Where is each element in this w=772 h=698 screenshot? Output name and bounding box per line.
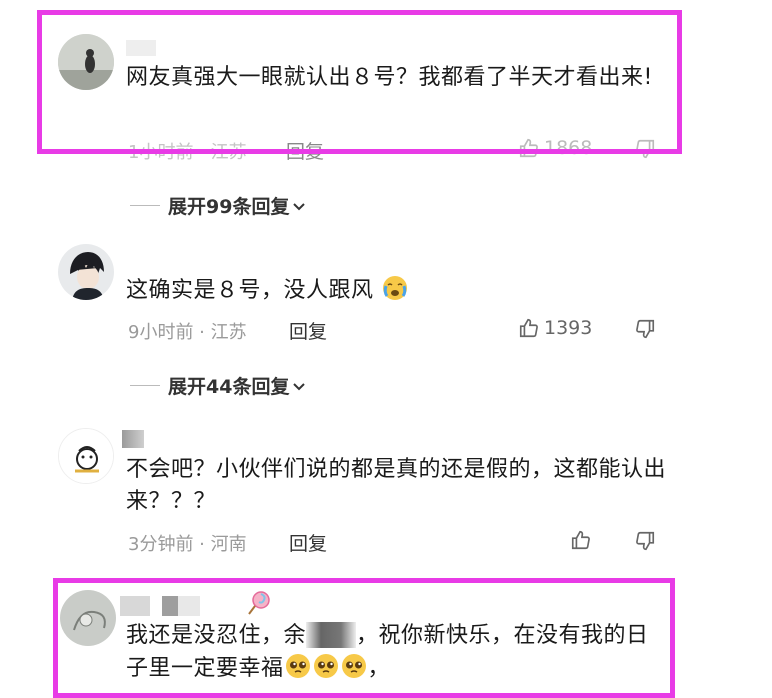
- pleading-emoji-icon: [313, 654, 338, 678]
- comment-text: 网友真强大一眼就认出８号？我都看了半天才看出来!: [126, 65, 653, 90]
- comment-meta: 3分钟前 · 河南: [128, 534, 247, 555]
- username-blurred[interactable]: [120, 596, 220, 616]
- like-button[interactable]: 1868: [518, 137, 592, 159]
- like-button[interactable]: [570, 529, 596, 551]
- chevron-down-icon: [293, 382, 306, 390]
- thumbs-down-icon: [636, 139, 655, 159]
- crying-emoji-icon: [383, 276, 408, 300]
- username-blurred[interactable]: [126, 40, 156, 56]
- comment-text: 我还是没忍住，余 ，祝你新快乐，在没有我的日子里一定要幸福 ，: [126, 620, 666, 685]
- username-blurred[interactable]: [122, 430, 144, 448]
- reply-button[interactable]: 回复: [289, 529, 327, 556]
- comment-text: 不会吧？小伙伴们说的都是真的还是假的，这都能认出来？？？: [126, 457, 667, 514]
- like-count: 1393: [544, 317, 593, 339]
- thumbs-up-icon: [519, 318, 538, 338]
- like-count: 1868: [544, 137, 593, 159]
- expand-replies-button[interactable]: 展开44条回复: [130, 372, 307, 399]
- reply-button[interactable]: 回复: [286, 137, 324, 164]
- pleading-emoji-icon: [285, 654, 310, 678]
- thumbs-up-icon: [571, 530, 590, 550]
- comment-meta: 9小时前 · 江苏: [128, 322, 247, 343]
- comment-text-content: 这确实是８号，没人跟风: [126, 278, 374, 303]
- avatar[interactable]: [58, 428, 114, 484]
- avatar[interactable]: [58, 34, 114, 90]
- avatar[interactable]: [60, 590, 116, 646]
- reply-button[interactable]: 回复: [289, 317, 327, 344]
- dislike-button[interactable]: [634, 530, 656, 556]
- avatar[interactable]: [58, 244, 114, 300]
- redacted-block: [306, 622, 357, 648]
- comment-text-part-3: ，: [367, 656, 391, 681]
- dislike-button[interactable]: [634, 138, 656, 164]
- lollipop-icon: [248, 591, 270, 615]
- pleading-emoji-icon: [341, 654, 366, 678]
- divider-line: [130, 205, 160, 206]
- comment-text-part-1: 我还是没忍住，余: [126, 623, 307, 648]
- expand-label: 展开99条回复: [168, 196, 290, 218]
- expand-replies-button[interactable]: 展开99条回复: [130, 192, 307, 219]
- chevron-down-icon: [293, 202, 306, 210]
- comment-text: 这确实是８号，没人跟风: [126, 274, 666, 307]
- thumbs-up-icon: [519, 138, 538, 158]
- thumbs-down-icon: [636, 319, 655, 339]
- divider-line: [130, 385, 160, 386]
- like-button[interactable]: 1393: [518, 317, 592, 339]
- thumbs-down-icon: [636, 531, 655, 551]
- expand-label: 展开44条回复: [168, 376, 290, 398]
- comment-meta: 1小时前 · 江苏: [128, 142, 247, 163]
- dislike-button[interactable]: [634, 318, 656, 344]
